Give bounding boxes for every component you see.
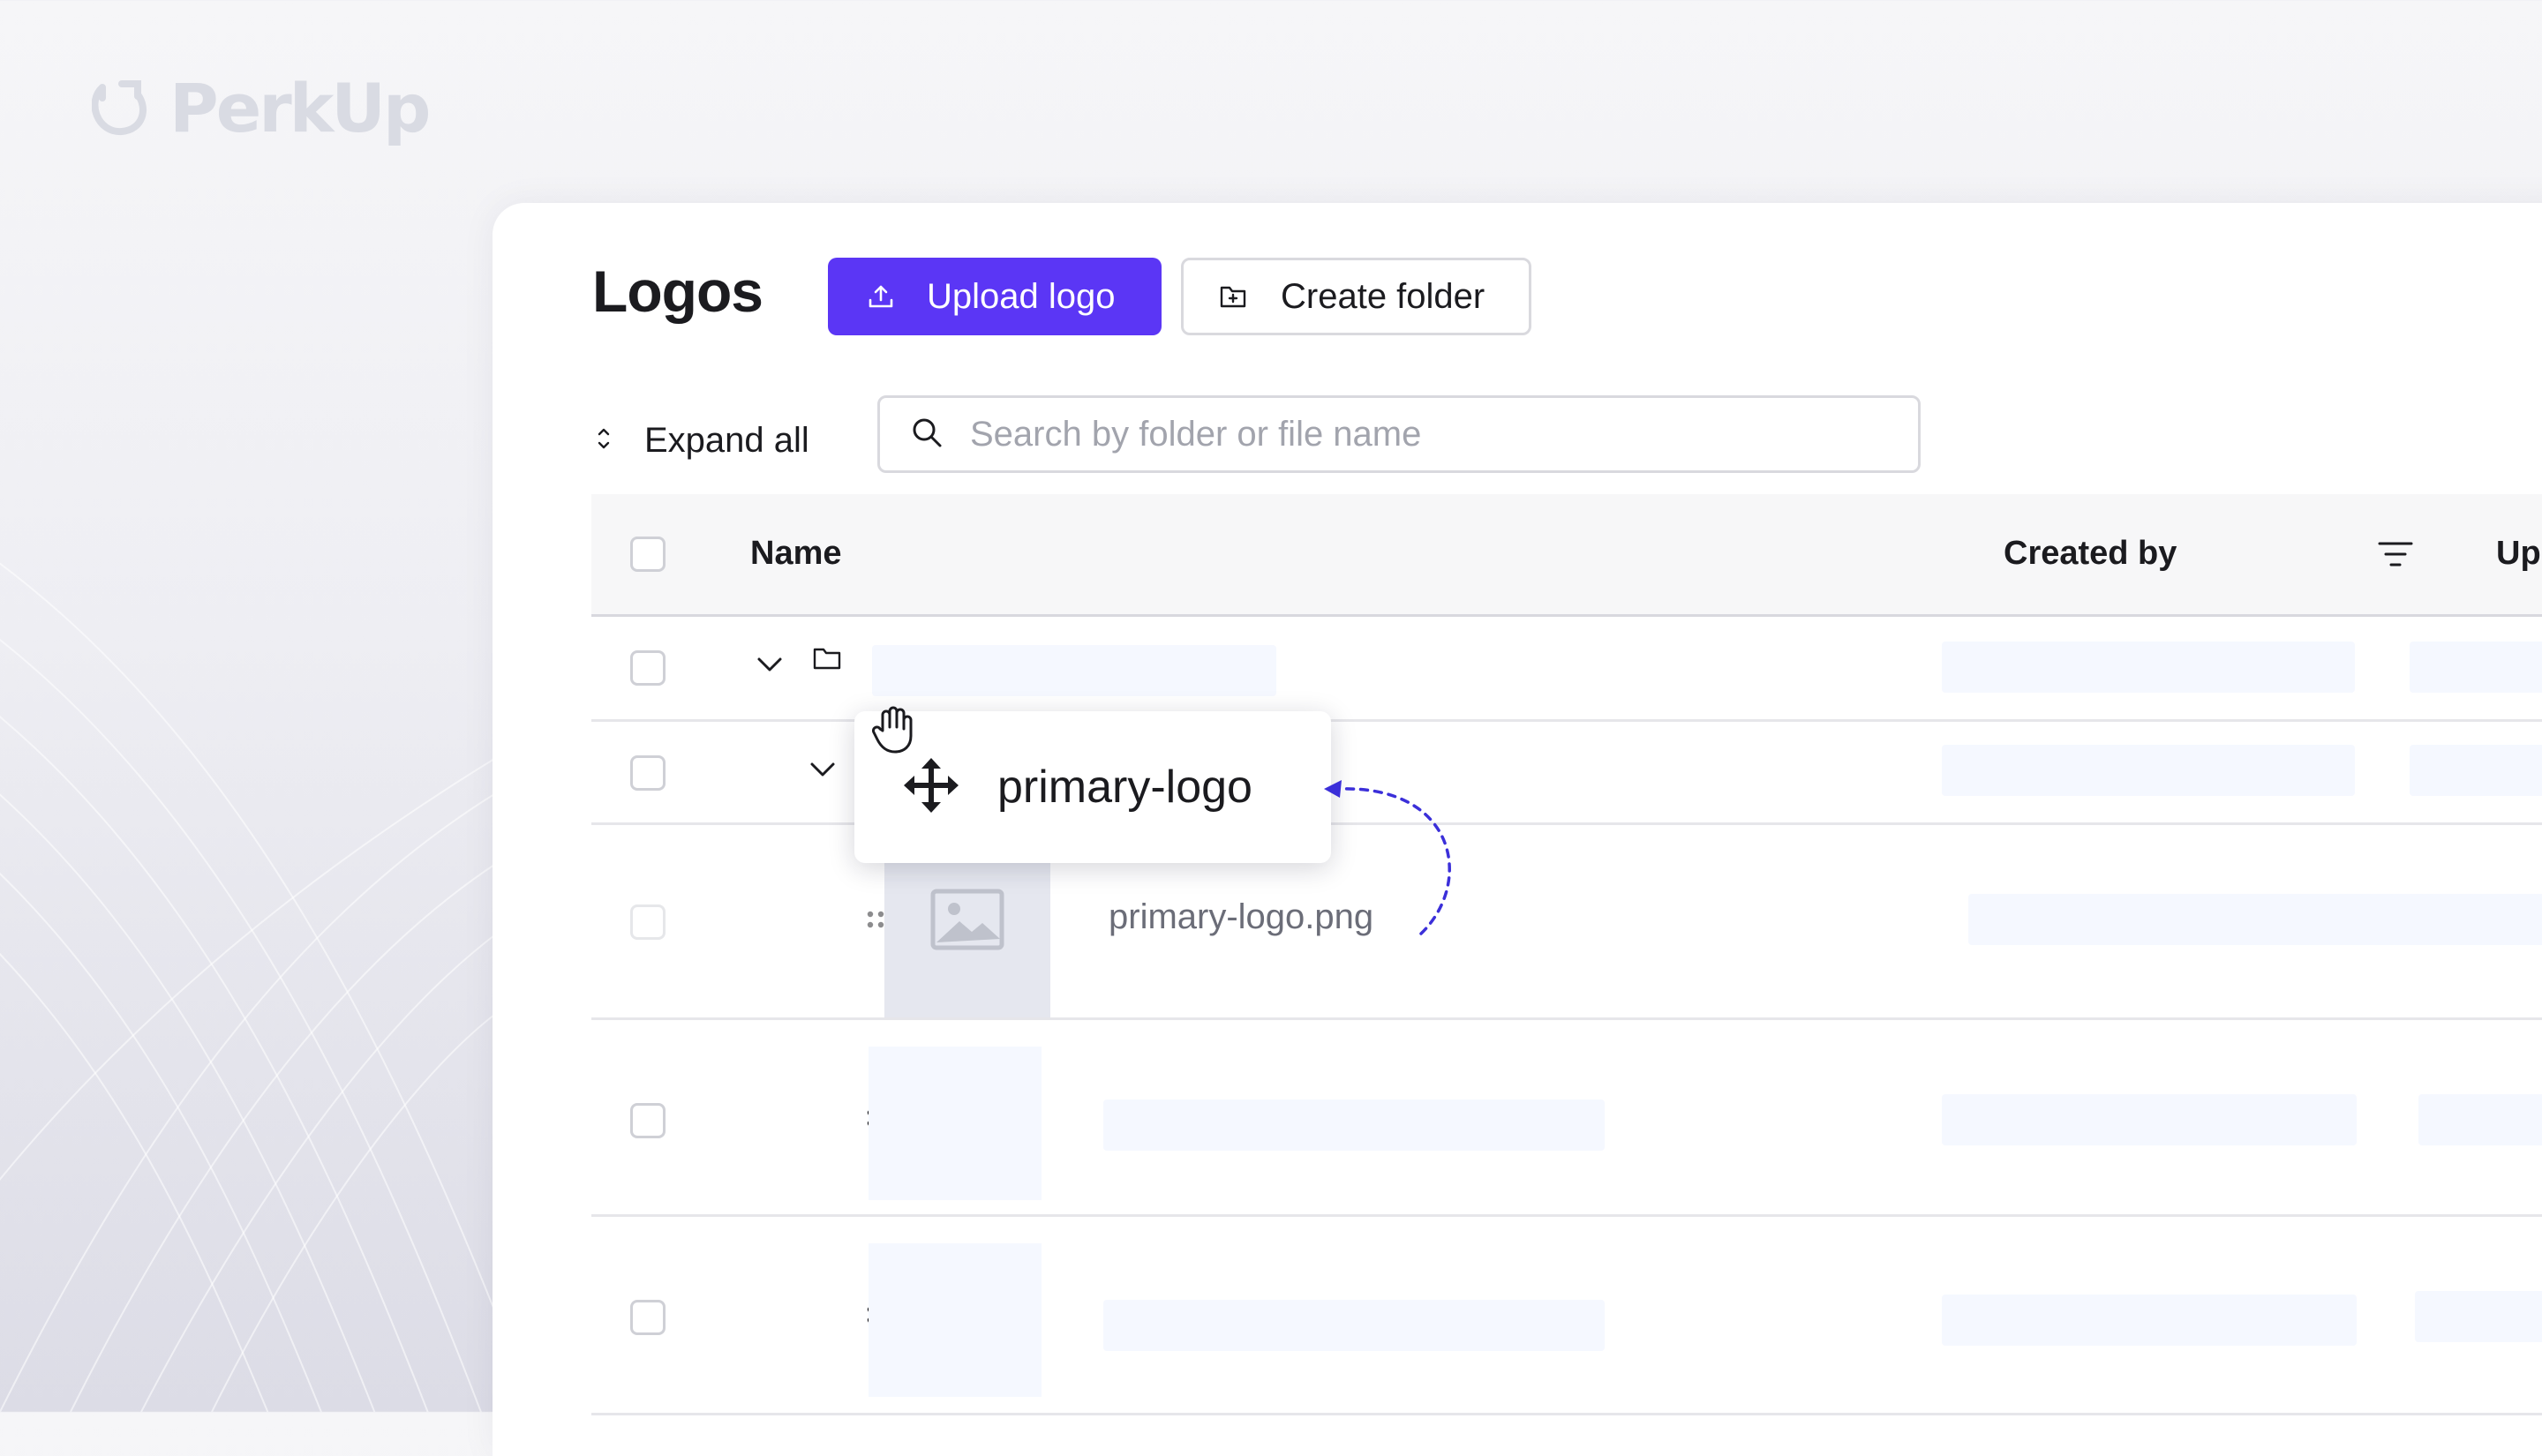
search-input[interactable]: [968, 413, 1854, 455]
chevron-up-down-icon: [595, 426, 613, 455]
folder-plus-icon: [1219, 283, 1247, 310]
filter-icon[interactable]: [2378, 540, 2413, 573]
skeleton-updated: [2418, 1094, 2542, 1145]
drag-preview-label: primary-logo: [997, 762, 1252, 813]
hand-cursor-icon: [872, 704, 916, 758]
skeleton-updated: [2415, 1291, 2542, 1342]
search-box[interactable]: [877, 395, 1921, 473]
skeleton-created-by: [1942, 642, 2355, 693]
brand-logo: PerkUp: [92, 64, 431, 152]
skeleton-thumbnail: [869, 1047, 1042, 1200]
table-row[interactable]: [591, 1217, 2542, 1415]
row-checkbox[interactable]: [630, 755, 666, 791]
create-folder-label: Create folder: [1281, 276, 1485, 316]
row-checkbox[interactable]: [630, 650, 666, 686]
skeleton-folder-name: [872, 645, 1276, 696]
drop-indicator-arrow-icon: [1324, 780, 1451, 935]
page-title: Logos: [592, 259, 763, 324]
search-icon: [910, 416, 944, 454]
column-header-name[interactable]: Name: [750, 535, 842, 573]
row-checkbox[interactable]: [630, 1300, 666, 1335]
move-icon: [904, 757, 959, 817]
drag-preview[interactable]: primary-logo: [854, 711, 1331, 863]
column-header-updated[interactable]: Up: [2496, 535, 2541, 573]
brand-name: PerkUp: [169, 68, 431, 147]
skeleton-created-by: [1942, 1094, 2357, 1145]
skeleton-file-name: [1103, 1100, 1605, 1151]
logos-panel: Logos Upload logo Create folder Expand a…: [493, 203, 2542, 1456]
table-row[interactable]: [591, 1020, 2542, 1217]
skeleton-created-by: [1942, 745, 2355, 796]
table-header: Name Created by Up: [591, 494, 2542, 617]
perkup-mark-icon: [92, 79, 148, 137]
skeleton-updated: [2410, 642, 2542, 693]
chevron-down-icon[interactable]: [756, 656, 784, 673]
upload-logo-button[interactable]: Upload logo: [828, 258, 1162, 335]
chevron-down-icon[interactable]: [808, 761, 837, 778]
select-all-checkbox[interactable]: [630, 537, 666, 572]
skeleton-created-by: [1968, 894, 2542, 945]
create-folder-button[interactable]: Create folder: [1181, 258, 1531, 335]
row-checkbox[interactable]: [630, 904, 666, 940]
image-icon: [929, 888, 1005, 956]
skeleton-thumbnail: [869, 1243, 1042, 1397]
skeleton-updated: [2410, 745, 2542, 796]
upload-icon: [867, 282, 895, 311]
skeleton-file-name: [1103, 1300, 1605, 1351]
upload-logo-label: Upload logo: [927, 276, 1116, 316]
folder-icon: [812, 645, 842, 672]
column-header-created-by[interactable]: Created by: [2004, 535, 2177, 573]
row-checkbox[interactable]: [630, 1103, 666, 1138]
expand-all-toggle[interactable]: Expand all: [595, 409, 809, 471]
expand-all-label: Expand all: [644, 420, 809, 460]
skeleton-created-by: [1942, 1295, 2357, 1346]
